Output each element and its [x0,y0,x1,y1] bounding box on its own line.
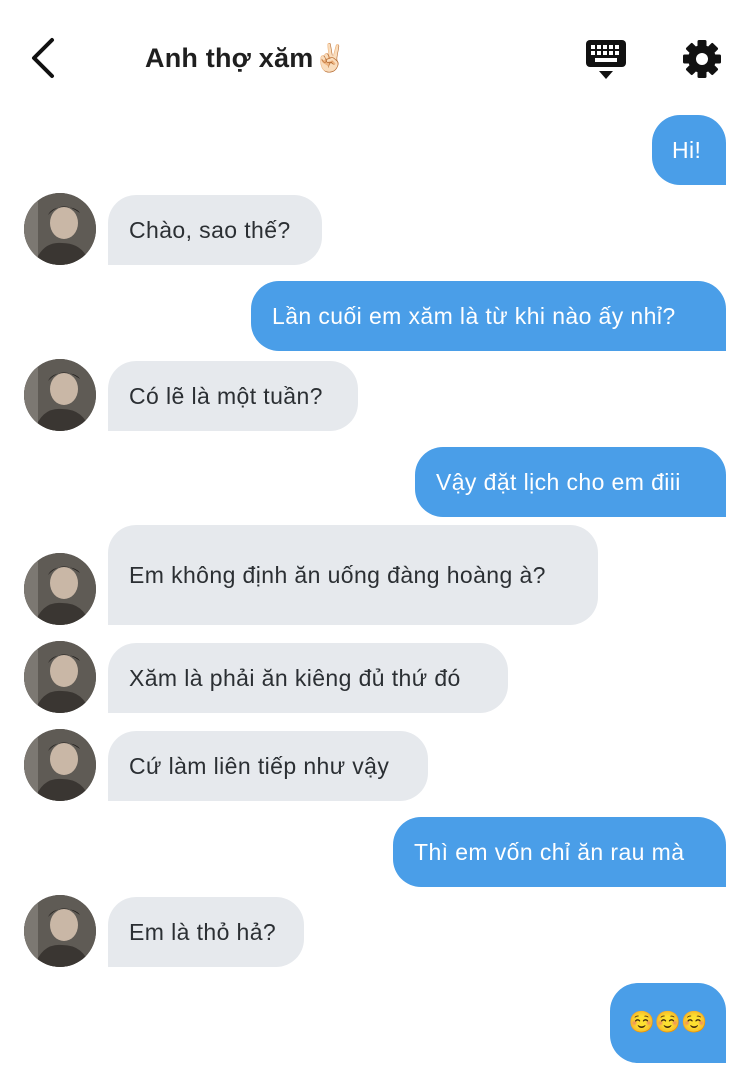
incoming-message: Cứ làm liên tiếp như vậy [108,731,428,801]
incoming-message: Em không định ăn uống đàng hoàng à? [108,525,598,625]
avatar[interactable] [24,553,96,625]
incoming-message: Xăm là phải ăn kiêng đủ thứ đó [108,643,508,713]
outgoing-message: ☺️☺️☺️ [610,983,726,1063]
contact-photo [24,641,96,713]
keyboard-icon [586,40,626,79]
contact-photo [24,359,96,431]
settings-button[interactable] [681,38,723,80]
avatar[interactable] [24,359,96,431]
avatar[interactable] [24,193,96,265]
back-button[interactable] [24,36,64,80]
contact-photo [24,553,96,625]
avatar[interactable] [24,729,96,801]
incoming-message: Em là thỏ hả? [108,897,304,967]
contact-photo [24,895,96,967]
chat-header: Anh thợ xăm✌🏻 [0,0,750,112]
avatar[interactable] [24,895,96,967]
outgoing-message: Hi! [652,115,726,185]
chevron-left-icon [32,38,54,78]
chat-title: Anh thợ xăm✌🏻 [145,43,348,73]
outgoing-message: Vậy đặt lịch cho em điii [415,447,726,517]
incoming-message: Chào, sao thế? [108,195,322,265]
contact-photo [24,193,96,265]
outgoing-message: Thì em vốn chỉ ăn rau mà [393,817,726,887]
gear-icon [683,40,721,78]
incoming-message: Có lẽ là một tuần? [108,361,358,431]
keyboard-button[interactable] [584,38,628,82]
outgoing-message: Lần cuối em xăm là từ khi nào ấy nhỉ? [251,281,726,351]
contact-photo [24,729,96,801]
avatar[interactable] [24,641,96,713]
